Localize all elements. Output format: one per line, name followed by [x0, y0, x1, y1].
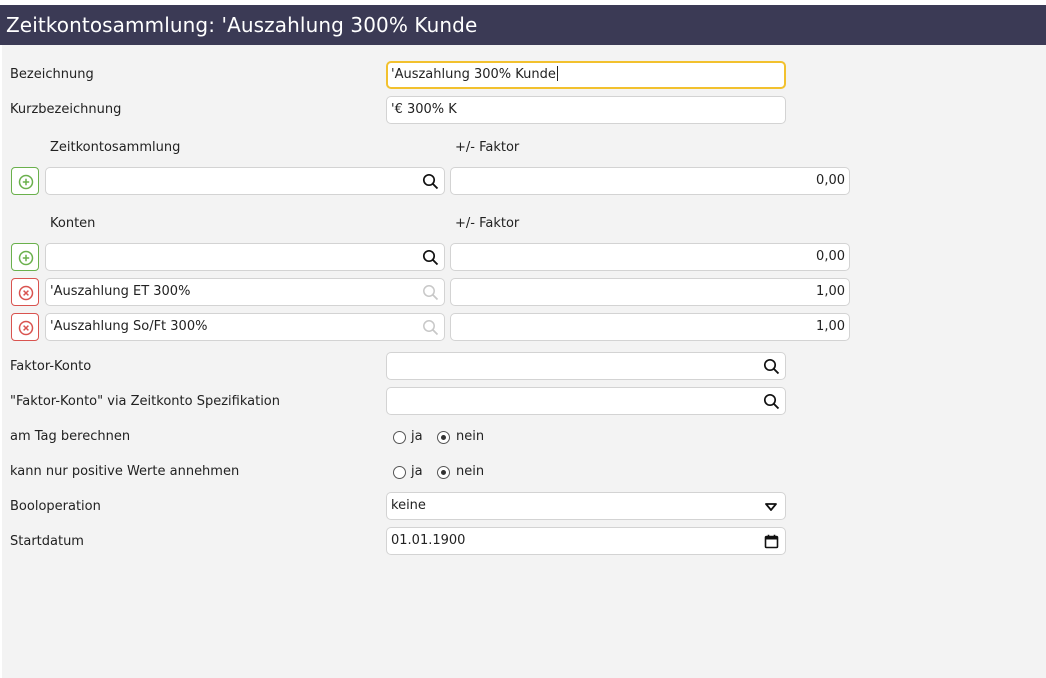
konto-row-input[interactable]: 'Auszahlung ET 300% — [45, 278, 445, 306]
am-tag-label: am Tag berechnen — [10, 429, 131, 444]
search-icon[interactable] — [763, 358, 780, 375]
remove-konto-button[interactable] — [11, 278, 39, 306]
plus-circle-icon — [18, 174, 34, 190]
kurzbezeichnung-input[interactable]: '€ 300% K — [386, 96, 786, 124]
nur-positiv-ja-label: ja — [411, 464, 423, 479]
faktor-konto-spez-label: "Faktor-Konto" via Zeitkonto Spezifikati… — [10, 394, 280, 409]
booloperation-value: keine — [391, 498, 426, 513]
remove-circle-icon — [18, 285, 34, 301]
konto-factor-input[interactable]: 1,00 — [450, 278, 850, 306]
bezeichnung-value: 'Auszahlung 300% Kunde — [391, 67, 556, 82]
booloperation-label: Booloperation — [10, 499, 101, 514]
calendar-icon[interactable] — [764, 534, 779, 549]
am-tag-nein-label: nein — [456, 429, 485, 444]
startdatum-input[interactable]: 01.01.1900 — [386, 527, 786, 555]
zeitkontosammlung-header: Zeitkontosammlung — [50, 140, 181, 155]
add-konto-button[interactable] — [11, 243, 39, 271]
startdatum-value: 01.01.1900 — [391, 533, 466, 548]
zeitkontosammlung-search-input[interactable] — [45, 167, 445, 195]
search-icon — [423, 320, 439, 336]
faktor-konto-label: Faktor-Konto — [10, 359, 92, 374]
am-tag-ja-label: ja — [411, 429, 423, 444]
konten-factor-header: +/- Faktor — [455, 216, 520, 231]
konto-new-factor-input[interactable]: 0,00 — [450, 243, 850, 271]
startdatum-label: Startdatum — [10, 534, 84, 549]
konto-row-input[interactable]: 'Auszahlung So/Ft 300% — [45, 313, 445, 341]
nur-positiv-label: kann nur positive Werte annehmen — [10, 464, 240, 479]
konten-header: Konten — [50, 216, 96, 231]
am-tag-nein-radio[interactable] — [437, 431, 450, 444]
title-bar: Zeitkontosammlung: 'Auszahlung 300% Kund… — [0, 5, 1046, 45]
faktor-konto-input[interactable] — [386, 352, 786, 380]
search-icon — [423, 285, 439, 301]
search-icon[interactable] — [422, 173, 439, 190]
dropdown-arrow-icon[interactable] — [764, 502, 778, 512]
search-icon[interactable] — [422, 249, 439, 266]
bezeichnung-input[interactable]: 'Auszahlung 300% Kunde — [386, 61, 786, 89]
window-title: Zeitkontosammlung: 'Auszahlung 300% Kund… — [6, 13, 478, 37]
nur-positiv-nein-label: nein — [456, 464, 485, 479]
nur-positiv-nein-radio[interactable] — [437, 466, 450, 479]
kurzbezeichnung-value: '€ 300% K — [391, 102, 457, 117]
konto-search-input[interactable] — [45, 243, 445, 271]
konto-value: 'Auszahlung So/Ft 300% — [50, 319, 208, 334]
plus-circle-icon — [18, 250, 34, 266]
kurzbezeichnung-label: Kurzbezeichnung — [10, 102, 122, 117]
nur-positiv-ja-radio[interactable] — [393, 466, 406, 479]
search-icon[interactable] — [763, 393, 780, 410]
faktor-konto-spez-input[interactable] — [386, 387, 786, 415]
konto-value: 'Auszahlung ET 300% — [50, 284, 191, 299]
zeitkontosammlung-factor-header: +/- Faktor — [455, 140, 520, 155]
bezeichnung-label: Bezeichnung — [10, 67, 94, 82]
remove-circle-icon — [18, 320, 34, 336]
am-tag-ja-radio[interactable] — [393, 431, 406, 444]
add-zeitkontosammlung-button[interactable] — [11, 167, 39, 195]
text-caret — [556, 66, 558, 81]
booloperation-select[interactable]: keine — [386, 492, 786, 520]
remove-konto-button[interactable] — [11, 313, 39, 341]
zeitkontosammlung-factor-input[interactable]: 0,00 — [450, 167, 850, 195]
konto-factor-input[interactable]: 1,00 — [450, 313, 850, 341]
